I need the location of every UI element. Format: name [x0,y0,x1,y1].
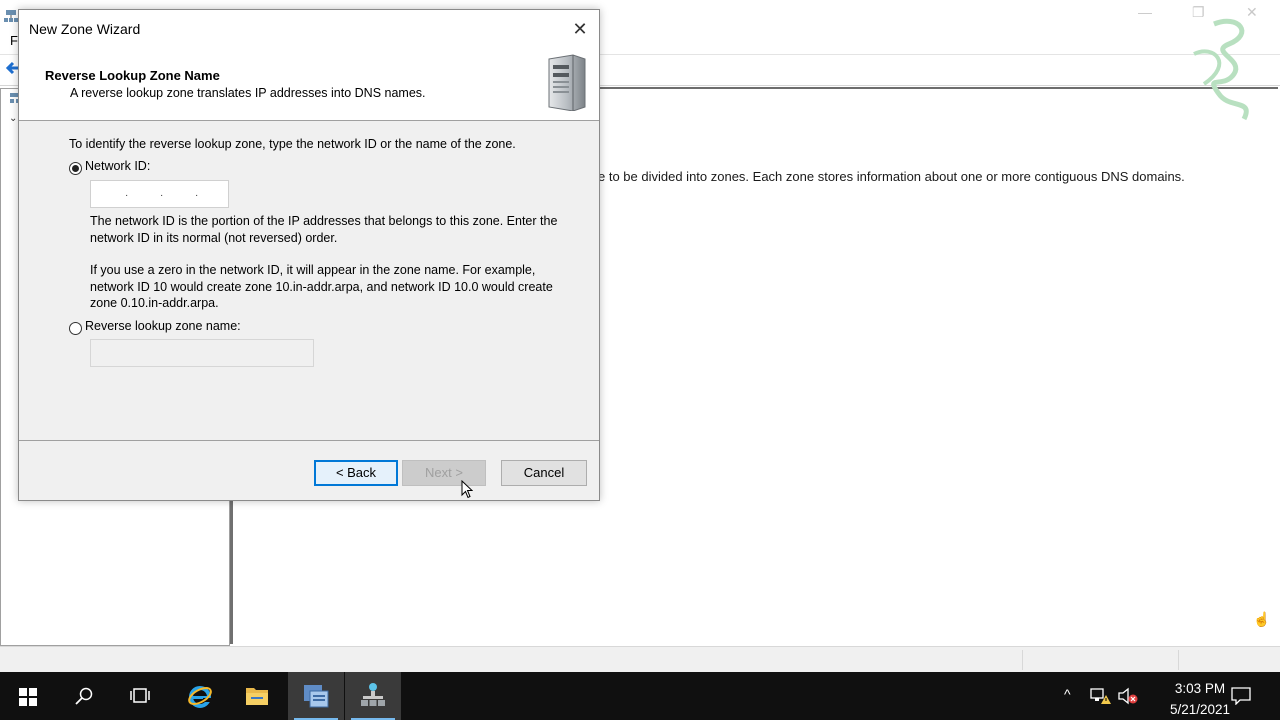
server-manager-button[interactable] [288,672,344,720]
hand-cursor-icon: ☝ [1253,611,1271,627]
server-manager-icon [302,683,330,712]
dns-manager-taskbar-button[interactable] [345,672,401,720]
reverse-zone-name-radio[interactable] [69,322,82,335]
new-zone-wizard-dialog: New Zone Wizard ✕ Reverse Lookup Zone Na… [18,9,600,501]
reverse-zone-name-input[interactable] [90,339,314,367]
volume-muted-icon[interactable] [1117,687,1139,708]
status-bar [0,646,1280,673]
start-button[interactable] [0,672,56,720]
network-id-help-text: The network ID is the portion of the IP … [90,214,558,245]
clock-time: 3:03 PM [1174,681,1226,696]
file-explorer-button[interactable] [229,672,285,720]
network-id-label[interactable]: Network ID: [85,158,150,175]
ip-octet-separator: · [195,190,199,201]
page-title: Reverse Lookup Zone Name [45,68,220,83]
start-icon [19,688,37,709]
instruction-text: To identify the reverse lookup zone, typ… [69,137,516,151]
dns-app-icon [4,9,18,26]
next-button[interactable]: Next > [402,460,486,486]
network-id-radio[interactable] [69,162,82,175]
task-view-icon [130,687,150,708]
system-clock[interactable]: 3:03 PM 5/21/2021 [1170,678,1230,720]
brand-logo-watermark [1184,14,1264,129]
wizard-header: Reverse Lookup Zone Name A reverse looku… [19,46,599,121]
reverse-zone-name-label[interactable]: Reverse lookup zone name: [85,318,241,335]
clock-date: 5/21/2021 [1169,702,1230,717]
cancel-button[interactable]: Cancel [501,460,587,486]
show-hidden-icons-chevron-icon[interactable]: ^ [1064,686,1071,702]
status-separator [1022,650,1023,670]
menu-file[interactable]: F [10,33,18,48]
mouse-pointer-icon [461,479,474,502]
internet-explorer-button[interactable] [172,672,228,720]
search-button[interactable] [56,672,112,720]
close-icon[interactable]: ✕ [567,16,593,42]
internet-explorer-icon [187,683,213,712]
status-separator [1178,650,1179,670]
back-button[interactable]: < Back [314,460,398,486]
taskbar: ^ 3:03 PM 5/21/2021 [0,672,1280,720]
action-center-icon[interactable] [1231,687,1251,708]
page-subtitle: A reverse lookup zone translates IP addr… [70,86,426,100]
chevron-down-icon[interactable]: ⌄ [9,113,17,124]
pane-splitter[interactable] [230,500,233,644]
zero-network-id-help-text: If you use a zero in the network ID, it … [90,263,553,310]
server-icon [545,53,589,112]
button-separator [19,440,599,441]
ip-octet-separator: · [125,190,129,201]
zones-description: e to be divided into zones. Each zone st… [598,169,1185,184]
network-warning-icon[interactable] [1089,687,1111,708]
content-header-rule [598,87,1278,89]
dialog-title: New Zone Wizard [29,21,141,37]
ip-octet-separator: · [160,190,164,201]
search-icon [75,687,93,708]
dialog-titlebar[interactable]: New Zone Wizard ✕ [19,10,599,46]
minimize-button[interactable]: — [1138,4,1152,20]
dns-manager-icon [360,682,386,711]
network-id-input[interactable]: · · · [90,180,229,208]
task-view-button[interactable] [112,672,168,720]
file-explorer-icon [245,685,269,710]
